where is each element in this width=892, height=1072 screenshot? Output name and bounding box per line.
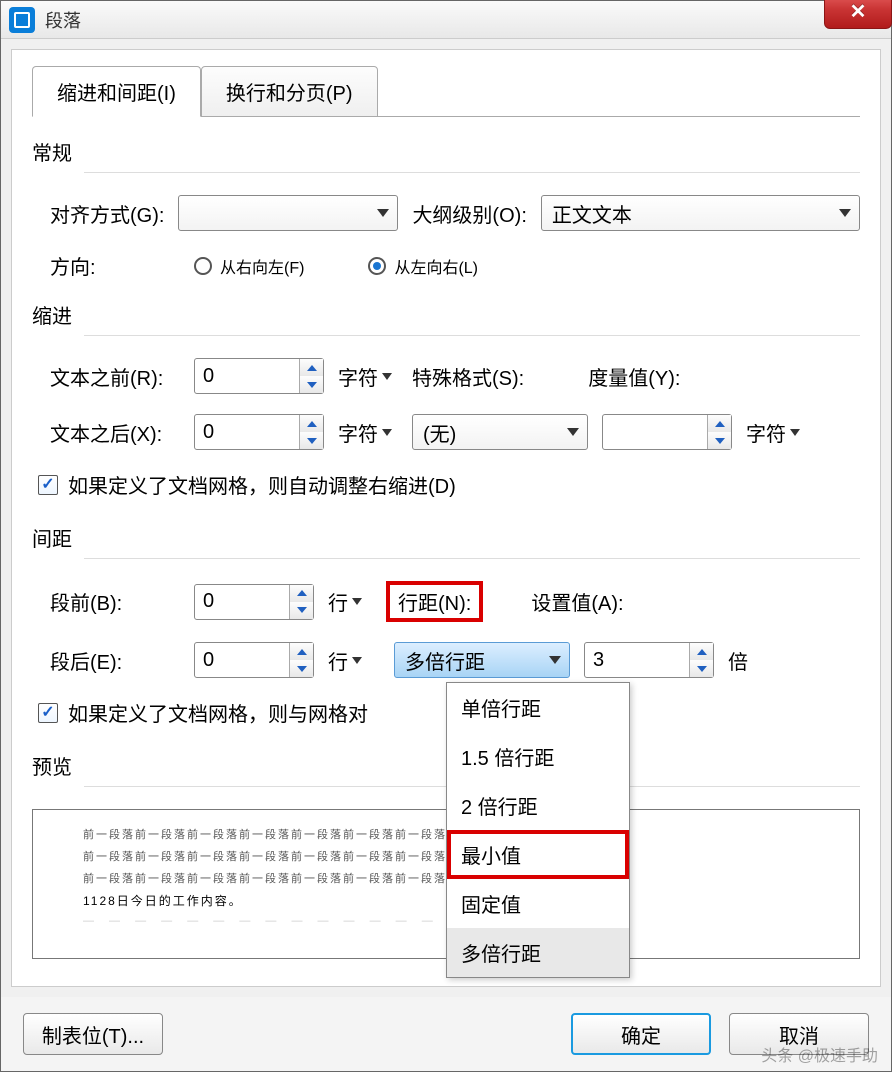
- auto-adjust-checkbox[interactable]: ✓ 如果定义了文档网格，则自动调整右缩进(D): [38, 470, 860, 499]
- direction-rtl-radio[interactable]: 从右向左(F): [194, 254, 304, 278]
- option-fixed[interactable]: 固定值: [447, 879, 629, 928]
- spin-up-icon[interactable]: [290, 585, 313, 602]
- spin-up-icon[interactable]: [300, 359, 323, 376]
- line-spacing-label: 行距(N):: [386, 581, 483, 622]
- outline-value: 正文文本: [552, 199, 632, 228]
- chevron-down-icon: [790, 429, 800, 436]
- divider: [84, 558, 860, 559]
- space-before-input[interactable]: [195, 590, 289, 613]
- space-after-spinner[interactable]: [194, 642, 314, 678]
- dialog-body: 缩进和间距(I) 换行和分页(P) 常规 对齐方式(G): 大纲级别(O): 正…: [11, 49, 881, 987]
- chevron-down-icon: [382, 429, 392, 436]
- check-icon: ✓: [41, 705, 54, 721]
- snap-grid-label: 如果定义了文档网格，则与网格对: [68, 698, 368, 727]
- radio-label: 从左向右(L): [394, 254, 478, 278]
- spin-down-icon[interactable]: [300, 432, 323, 449]
- line-spacing-dropdown: 单倍行距 1.5 倍行距 2 倍行距 最小值 固定值 多倍行距: [446, 682, 630, 978]
- spin-up-icon[interactable]: [290, 643, 313, 660]
- measure-value-input[interactable]: [603, 421, 707, 444]
- outline-label: 大纲级别(O):: [412, 199, 526, 228]
- chevron-down-icon: [839, 209, 851, 217]
- window-title: 段落: [45, 7, 81, 33]
- indent-before-spinner[interactable]: [194, 358, 324, 394]
- indent-before-label: 文本之前(R):: [50, 362, 180, 391]
- group-indent-title: 缩进: [32, 300, 860, 329]
- spin-up-icon[interactable]: [708, 415, 731, 432]
- tab-strip: 缩进和间距(I) 换行和分页(P): [32, 66, 860, 117]
- auto-adjust-label: 如果定义了文档网格，则自动调整右缩进(D): [68, 470, 456, 499]
- option-min[interactable]: 最小值: [447, 830, 629, 879]
- line-spacing-combo[interactable]: 多倍行距: [394, 642, 570, 678]
- space-before-spinner[interactable]: [194, 584, 314, 620]
- chevron-down-icon: [377, 209, 389, 217]
- option-single[interactable]: 单倍行距: [447, 683, 629, 732]
- outline-level-combo[interactable]: 正文文本: [541, 195, 860, 231]
- spin-down-icon[interactable]: [290, 602, 313, 619]
- chevron-down-icon: [352, 657, 362, 664]
- measure-value-label: 度量值(Y):: [588, 362, 680, 391]
- line-spacing-value: 多倍行距: [405, 646, 485, 675]
- titlebar: 段落 ✕: [1, 1, 891, 39]
- set-value-label: 设置值(A):: [531, 587, 623, 616]
- chevron-down-icon: [382, 373, 392, 380]
- tabs-button[interactable]: 制表位(T)...: [23, 1013, 163, 1055]
- chevron-down-icon: [352, 598, 362, 605]
- indent-before-input[interactable]: [195, 365, 299, 388]
- spin-down-icon[interactable]: [300, 376, 323, 393]
- indent-before-unit[interactable]: 字符: [338, 362, 392, 391]
- space-after-label: 段后(E):: [50, 646, 180, 675]
- watermark: 头条 @极速手助: [761, 1042, 878, 1066]
- special-format-combo[interactable]: (无): [412, 414, 588, 450]
- special-format-label: 特殊格式(S):: [412, 362, 524, 391]
- close-icon: ✕: [850, 0, 867, 24]
- close-button[interactable]: ✕: [824, 0, 892, 29]
- space-before-unit[interactable]: 行: [328, 587, 362, 616]
- ok-button[interactable]: 确定: [571, 1013, 711, 1055]
- option-double[interactable]: 2 倍行距: [447, 781, 629, 830]
- tab-indent-spacing[interactable]: 缩进和间距(I): [32, 66, 201, 117]
- set-value-input[interactable]: [585, 649, 689, 672]
- indent-after-input[interactable]: [195, 421, 299, 444]
- app-icon: [9, 7, 35, 33]
- measure-unit[interactable]: 字符: [746, 418, 800, 447]
- set-value-spinner[interactable]: [584, 642, 714, 678]
- divider: [84, 172, 860, 173]
- group-spacing-title: 间距: [32, 523, 860, 552]
- check-icon: ✓: [41, 477, 54, 493]
- button-row: 制表位(T)... 确定 取消: [1, 997, 891, 1071]
- tab-line-page-breaks[interactable]: 换行和分页(P): [201, 66, 378, 117]
- space-before-label: 段前(B):: [50, 587, 180, 616]
- group-general-title: 常规: [32, 137, 860, 166]
- indent-after-label: 文本之后(X):: [50, 418, 180, 447]
- radio-icon: [368, 257, 386, 275]
- alignment-combo[interactable]: [178, 195, 398, 231]
- direction-ltr-radio[interactable]: 从左向右(L): [368, 254, 478, 278]
- measure-value-spinner[interactable]: [602, 414, 732, 450]
- radio-label: 从右向左(F): [220, 254, 304, 278]
- space-after-input[interactable]: [195, 649, 289, 672]
- paragraph-dialog: 段落 ✕ 缩进和间距(I) 换行和分页(P) 常规 对齐方式(G): 大纲级别(…: [0, 0, 892, 1072]
- indent-after-spinner[interactable]: [194, 414, 324, 450]
- spin-down-icon[interactable]: [708, 432, 731, 449]
- space-after-unit[interactable]: 行: [328, 646, 362, 675]
- chevron-down-icon: [549, 656, 561, 664]
- option-multiple[interactable]: 多倍行距: [447, 928, 629, 977]
- spin-down-icon[interactable]: [290, 660, 313, 677]
- direction-label: 方向:: [50, 251, 162, 280]
- spin-up-icon[interactable]: [690, 643, 713, 660]
- radio-icon: [194, 257, 212, 275]
- spin-down-icon[interactable]: [690, 660, 713, 677]
- chevron-down-icon: [567, 428, 579, 436]
- alignment-label: 对齐方式(G):: [50, 199, 164, 228]
- option-one-half[interactable]: 1.5 倍行距: [447, 732, 629, 781]
- special-format-value: (无): [423, 418, 456, 447]
- indent-after-unit[interactable]: 字符: [338, 418, 392, 447]
- set-value-unit: 倍: [728, 646, 748, 675]
- divider: [84, 335, 860, 336]
- spin-up-icon[interactable]: [300, 415, 323, 432]
